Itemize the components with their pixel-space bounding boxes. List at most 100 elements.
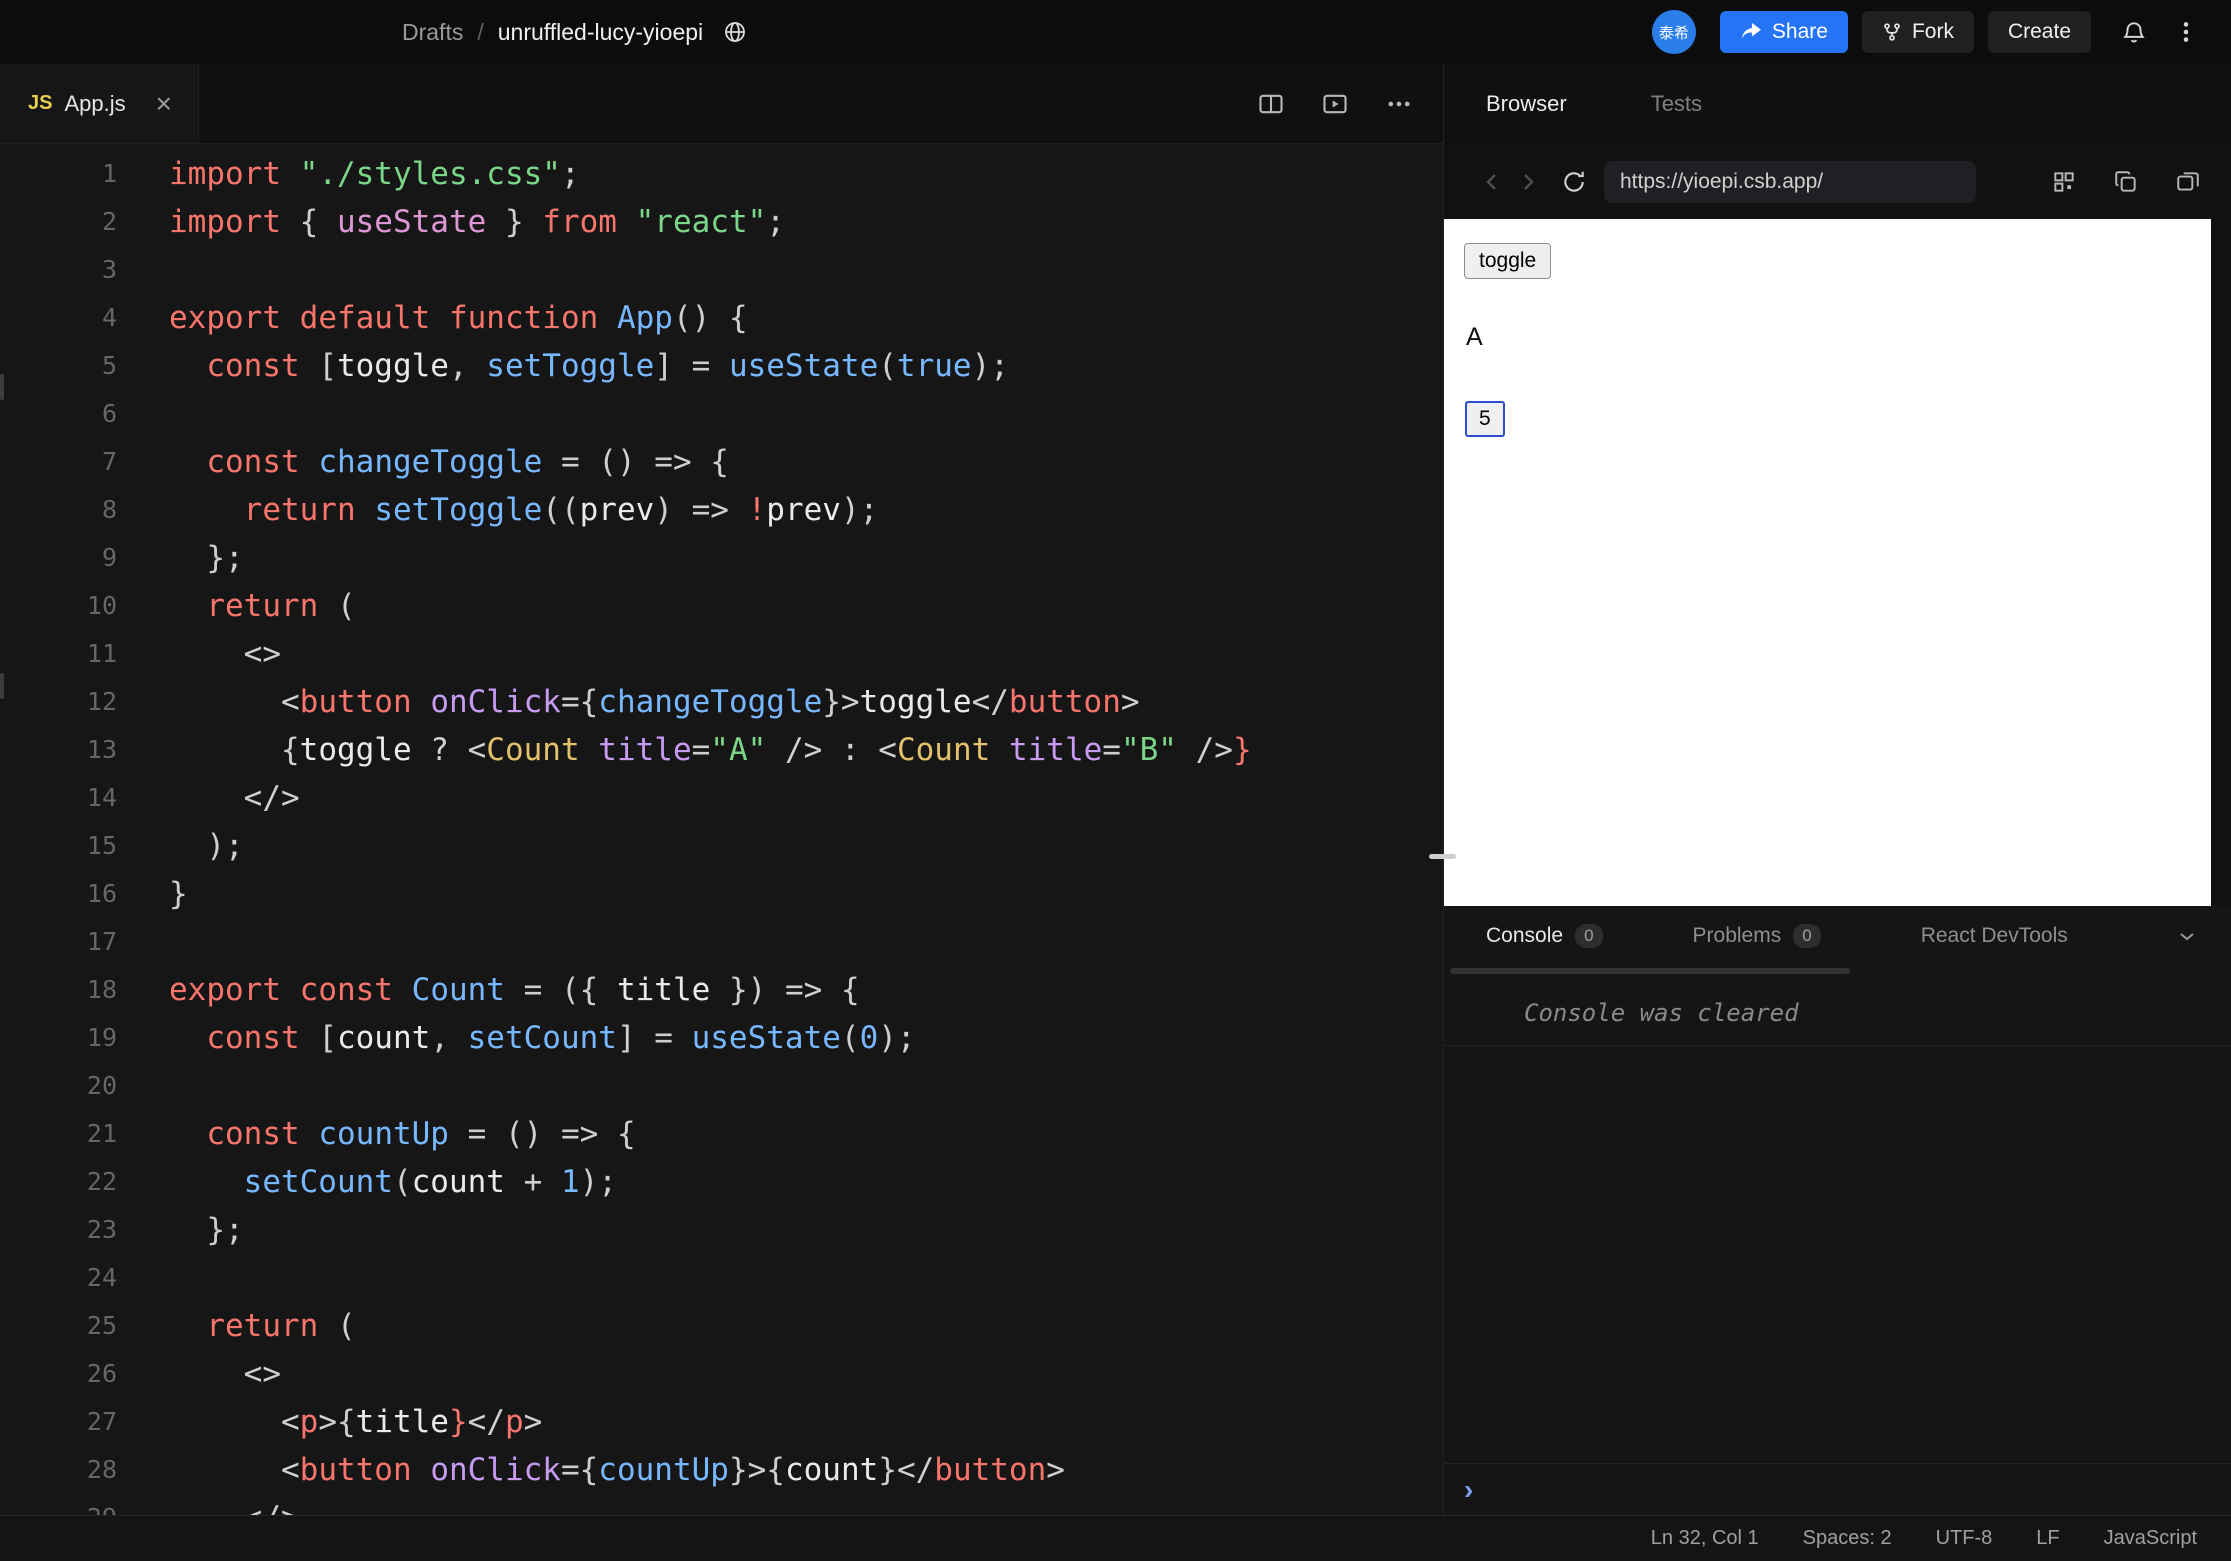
code-line[interactable]: 25 return (	[0, 1302, 1443, 1350]
console-prompt-icon: ›	[1464, 1473, 1474, 1505]
line-number: 17	[86, 927, 117, 956]
qr-code-icon[interactable]	[2045, 163, 2083, 201]
back-icon[interactable]	[1474, 164, 1510, 200]
code-line[interactable]: 9 };	[0, 534, 1443, 582]
url-input[interactable]: https://yioepi.csb.app/	[1604, 160, 1976, 203]
share-icon	[1740, 22, 1762, 42]
code-line-content: </>	[169, 1494, 300, 1515]
code-line[interactable]: 4 export default function App() {	[0, 294, 1443, 342]
code-line[interactable]: 23 };	[0, 1206, 1443, 1254]
line-number: 10	[86, 591, 117, 620]
kebab-menu-icon[interactable]	[2167, 13, 2205, 51]
tab-react-devtools[interactable]: React DevTools	[1921, 924, 2068, 948]
copy-icon[interactable]	[2107, 163, 2145, 201]
panel-tabbar: Browser Tests	[1444, 64, 2231, 144]
code-line[interactable]: 2 import { useState } from "react";	[0, 198, 1443, 246]
code-line-content: <button onClick={countUp}>{count}</butto…	[169, 1452, 1065, 1488]
preview-title-text: A	[1466, 323, 1483, 351]
notifications-bell-icon[interactable]	[2115, 13, 2153, 51]
chevron-down-icon[interactable]	[2175, 924, 2199, 948]
code-line-content: {toggle ? <Count title="A" /> : <Count t…	[169, 732, 1252, 768]
code-line-content: </>	[169, 780, 300, 816]
panel-resize-handle[interactable]	[1429, 854, 1456, 859]
console-input[interactable]: ›	[1444, 1463, 2231, 1515]
code-lines: 1 import "./styles.css"; 2 import { useStat…	[0, 150, 1443, 1515]
code-line[interactable]: 15 );	[0, 822, 1443, 870]
cursor-position[interactable]: Ln 32, Col 1	[1651, 1527, 1759, 1550]
avatar[interactable]: 泰希	[1651, 10, 1696, 54]
language-mode[interactable]: JavaScript	[2104, 1527, 2197, 1550]
code-line[interactable]: 3	[0, 246, 1443, 294]
code-line[interactable]: 26 <>	[0, 1350, 1443, 1398]
tab-problems[interactable]: Problems	[1693, 924, 1782, 948]
breadcrumb-separator: /	[477, 18, 484, 45]
line-number: 18	[86, 975, 117, 1004]
line-number: 25	[86, 1311, 117, 1340]
code-line[interactable]: 19 const [count, setCount] = useState(0)…	[0, 1014, 1443, 1062]
share-label: Share	[1771, 20, 1828, 43]
code-line[interactable]: 17	[0, 918, 1443, 966]
console-scrollbar	[1444, 966, 2231, 980]
browser-preview: toggle A 5	[1444, 219, 2211, 906]
code-line-content: export default function App() {	[169, 300, 748, 336]
code-line[interactable]: 27 <p>{title}</p>	[0, 1398, 1443, 1446]
code-line[interactable]: 29 </>	[0, 1494, 1443, 1515]
line-number: 29	[0, 1494, 117, 1515]
code-line[interactable]: 16}	[0, 870, 1443, 918]
code-line[interactable]: 24	[0, 1254, 1443, 1302]
refresh-icon[interactable]	[1556, 164, 1592, 200]
line-number: 15	[86, 831, 117, 860]
code-line[interactable]: 13 {toggle ? <Count title="A" /> : <Coun…	[0, 726, 1443, 774]
forward-icon[interactable]	[1510, 164, 1546, 200]
indentation[interactable]: Spaces: 2	[1803, 1527, 1892, 1550]
code-line[interactable]: 12 <button onClick={changeToggle}>toggle…	[0, 678, 1443, 726]
line-number: 7	[101, 447, 117, 476]
line-number: 19	[86, 1023, 117, 1052]
editor-edge-handle[interactable]	[0, 673, 4, 699]
open-new-window-icon[interactable]	[2169, 163, 2207, 201]
breadcrumb: Drafts / unruffled-lucy-yioepi	[402, 19, 747, 46]
code-line-content: setCount(count + 1);	[243, 1164, 617, 1200]
fork-button[interactable]: Fork	[1861, 11, 1974, 53]
tab-app-js[interactable]: JS App.js ×	[0, 64, 199, 143]
close-icon[interactable]: ×	[156, 89, 172, 118]
code-line[interactable]: 1 import "./styles.css";	[0, 150, 1443, 198]
tab-tests[interactable]: Tests	[1651, 91, 1702, 117]
breadcrumb-title: unruffled-lucy-yioepi	[497, 18, 704, 45]
code-line[interactable]: 20	[0, 1062, 1443, 1110]
code-line-content: <p>{title}</p>	[169, 1404, 543, 1440]
line-number: 11	[86, 639, 117, 668]
code-line[interactable]: 28 <button onClick={countUp}>{count}</bu…	[0, 1446, 1443, 1494]
tab-console[interactable]: Console	[1486, 924, 1563, 948]
breadcrumb-drafts[interactable]: Drafts	[402, 19, 463, 46]
tab-label: App.js	[64, 90, 126, 116]
code-line[interactable]: 21 const countUp = () => {	[0, 1110, 1443, 1158]
code-editor[interactable]: 1 import "./styles.css"; 2 import { useStat…	[0, 144, 1443, 1515]
code-line[interactable]: 11 <>	[0, 630, 1443, 678]
code-line[interactable]: 22 setCount(count + 1);	[0, 1158, 1443, 1206]
more-actions-icon[interactable]	[1379, 84, 1419, 124]
editor-tab-actions	[1251, 64, 1443, 143]
code-line[interactable]: 6	[0, 390, 1443, 438]
split-view-icon[interactable]	[1251, 84, 1291, 124]
code-line[interactable]: 5 const [toggle, setToggle] = useState(t…	[0, 342, 1443, 390]
globe-icon[interactable]	[723, 20, 747, 44]
code-line[interactable]: 18 export const Count = ({ title }) => {	[0, 966, 1443, 1014]
editor-edge-handle[interactable]	[0, 374, 4, 400]
tab-browser[interactable]: Browser	[1486, 91, 1567, 117]
code-line[interactable]: 7 const changeToggle = () => {	[0, 438, 1443, 486]
create-button[interactable]: Create	[1987, 11, 2091, 53]
open-preview-icon[interactable]	[1315, 84, 1355, 124]
preview-toggle-button[interactable]: toggle	[1464, 243, 1552, 279]
code-line[interactable]: 14 </>	[0, 774, 1443, 822]
line-number: 12	[86, 687, 117, 716]
scrollbar-thumb[interactable]	[1450, 968, 1850, 974]
code-line[interactable]: 8 return setToggle((prev) => !prev);	[0, 486, 1443, 534]
code-line-content: return (	[206, 1308, 356, 1344]
preview-count-button[interactable]: 5	[1465, 401, 1505, 437]
share-button[interactable]: Share	[1719, 11, 1848, 53]
editor-pane: JS App.js × 1 import "./styles.css"; 2 i…	[0, 64, 1443, 1515]
encoding[interactable]: UTF-8	[1936, 1527, 1993, 1550]
eol[interactable]: LF	[2036, 1527, 2059, 1550]
code-line[interactable]: 10 return (	[0, 582, 1443, 630]
